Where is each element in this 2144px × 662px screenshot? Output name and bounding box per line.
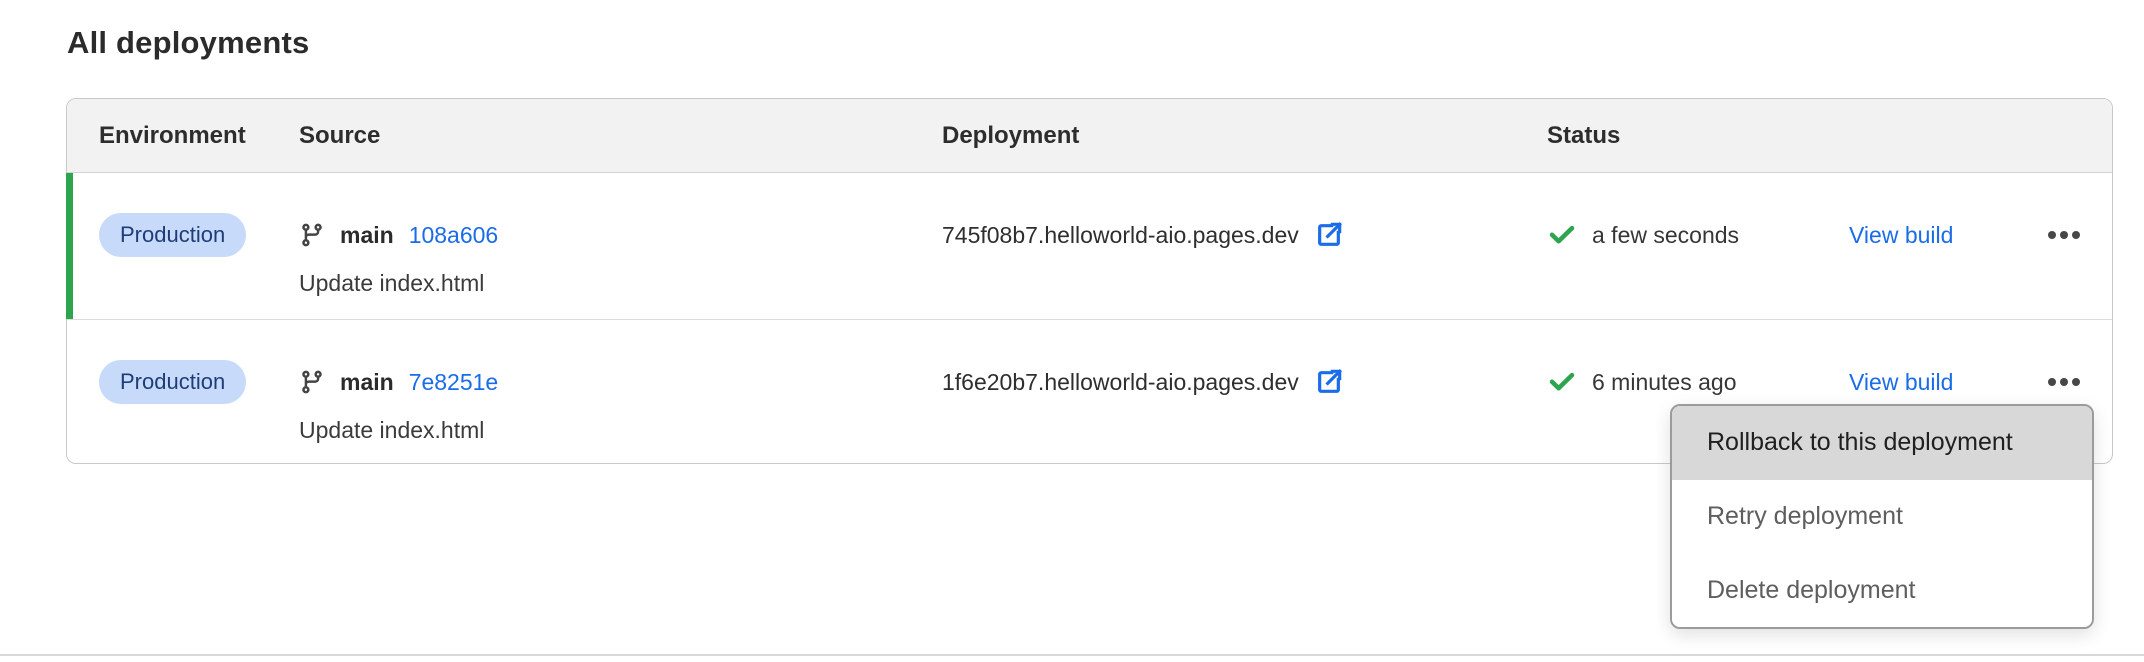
row-actions-button[interactable] <box>2046 360 2082 404</box>
view-build-link[interactable]: View build <box>1849 369 1953 396</box>
row-actions-button[interactable] <box>2046 213 2082 257</box>
header-status: Status <box>1547 122 2112 150</box>
context-menu-item[interactable]: Retry deployment <box>1672 480 2092 554</box>
deployment-url: 745f08b7.helloworld-aio.pages.dev <box>942 222 1299 249</box>
environment-badge: Production <box>99 213 246 257</box>
commit-message: Update index.html <box>299 270 942 297</box>
deployment-url: 1f6e20b7.helloworld-aio.pages.dev <box>942 369 1299 396</box>
context-menu-item[interactable]: Delete deployment <box>1672 553 2092 627</box>
view-build-link[interactable]: View build <box>1849 222 1953 249</box>
git-branch-icon <box>299 369 325 395</box>
commit-link[interactable]: 7e8251e <box>409 369 499 396</box>
success-check-icon <box>1547 220 1577 250</box>
status-time: a few seconds <box>1592 222 1739 249</box>
section-divider <box>0 654 2144 656</box>
commit-link[interactable]: 108a606 <box>409 222 499 249</box>
header-environment: Environment <box>99 122 299 150</box>
external-link-icon[interactable] <box>1313 366 1345 398</box>
branch-name: main <box>340 369 394 396</box>
page-title: All deployments <box>67 22 309 64</box>
row-actions-menu: Rollback to this deployment Retry deploy… <box>1670 404 2094 629</box>
success-check-icon <box>1547 367 1577 397</box>
external-link-icon[interactable] <box>1313 219 1345 251</box>
header-deployment: Deployment <box>942 122 1547 150</box>
status-time: 6 minutes ago <box>1592 369 1736 396</box>
table-header-row: Environment Source Deployment Status <box>67 99 2112 173</box>
header-source: Source <box>299 122 942 150</box>
context-menu-item[interactable]: Rollback to this deployment <box>1672 406 2092 480</box>
commit-message: Update index.html <box>299 417 942 444</box>
table-row: Production main 108a606 Update index.htm… <box>67 173 2112 320</box>
git-branch-icon <box>299 222 325 248</box>
branch-name: main <box>340 222 394 249</box>
deployments-page: All deployments Environment Source Deplo… <box>0 0 2144 662</box>
environment-badge: Production <box>99 360 246 404</box>
